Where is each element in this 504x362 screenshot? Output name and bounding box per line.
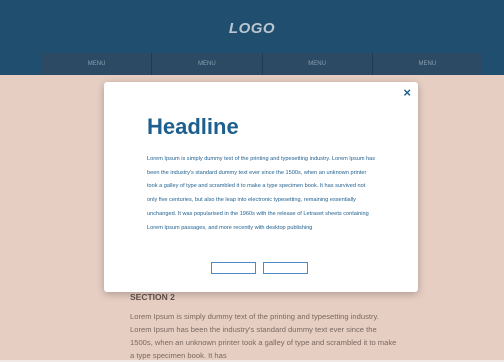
nav-item-menu-4[interactable]: MENU — [372, 53, 482, 75]
modal-headline: Headline — [147, 114, 239, 139]
modal-button-primary[interactable] — [211, 262, 256, 274]
modal-button-group — [211, 262, 308, 274]
main-nav: MENU MENU MENU MENU — [42, 53, 482, 75]
close-icon[interactable]: × — [403, 86, 411, 100]
site-header: LOGO MENU MENU MENU MENU — [0, 0, 504, 75]
logo[interactable]: LOGO — [0, 20, 504, 37]
modal-button-secondary[interactable] — [263, 262, 308, 274]
modal-dialog: × Headline Lorem Ipsum is simply dummy t… — [104, 82, 418, 292]
modal-body-text: Lorem Ipsum is simply dummy text of the … — [147, 156, 376, 231]
nav-item-menu-1[interactable]: MENU — [42, 53, 153, 75]
nav-item-menu-2[interactable]: MENU — [152, 53, 263, 75]
nav-item-menu-3[interactable]: MENU — [262, 53, 373, 75]
